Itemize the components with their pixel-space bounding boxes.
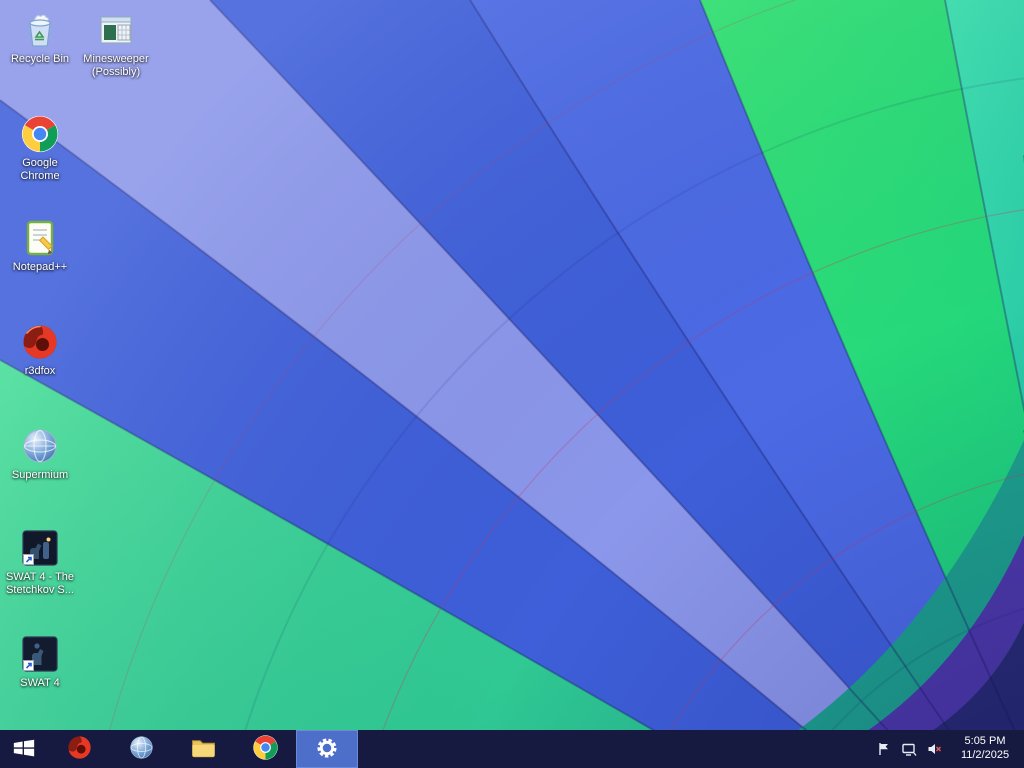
minesweeper-icon bbox=[96, 10, 136, 50]
start-button[interactable] bbox=[0, 730, 48, 768]
desktop-icon-label: Notepad++ bbox=[12, 261, 68, 273]
network-icon[interactable] bbox=[900, 740, 918, 758]
desktop-icon-google-chrome[interactable]: Google Chrome bbox=[4, 114, 76, 183]
r3dfox-icon bbox=[66, 734, 93, 764]
taskbar-button-chrome[interactable] bbox=[234, 730, 296, 768]
desktop-icon-swat4-stetchkov[interactable]: SWAT 4 - The Stetchkov S... bbox=[4, 528, 76, 597]
desktop-icon-label: Minesweeper (Possibly) bbox=[83, 53, 149, 78]
recycle-bin-icon bbox=[20, 10, 60, 50]
desktop-icon-supermium[interactable]: Supermium bbox=[4, 426, 76, 482]
taskbar-button-supermium[interactable] bbox=[110, 730, 172, 768]
desktop-icon-label: SWAT 4 - The Stetchkov S... bbox=[5, 571, 75, 596]
desktop-icon-label: Recycle Bin bbox=[10, 53, 70, 65]
desktop-icon-r3dfox[interactable]: r3dfox bbox=[4, 322, 76, 378]
supermium-globe-icon bbox=[128, 734, 155, 764]
supermium-globe-icon bbox=[20, 426, 60, 466]
windows-logo-icon bbox=[12, 736, 36, 763]
action-center-flag-icon[interactable] bbox=[875, 740, 893, 758]
desktop-icon-swat4[interactable]: SWAT 4 bbox=[4, 634, 76, 690]
desktop-icon-minesweeper[interactable]: Minesweeper (Possibly) bbox=[80, 10, 152, 79]
taskbar-button-settings[interactable] bbox=[296, 730, 358, 768]
folder-icon bbox=[190, 734, 217, 764]
taskbar: 5:05 PM 11/2/2025 bbox=[0, 730, 1024, 768]
desktop-icon-label: Google Chrome bbox=[20, 157, 60, 182]
desktop-icon-recycle-bin[interactable]: Recycle Bin bbox=[4, 10, 76, 66]
wallpaper bbox=[0, 0, 1024, 768]
desktop-icon-label: Supermium bbox=[11, 469, 69, 481]
r3dfox-icon bbox=[20, 322, 60, 362]
gear-icon bbox=[314, 735, 340, 764]
chrome-icon bbox=[252, 734, 279, 764]
notepad-plus-plus-icon bbox=[20, 218, 60, 258]
swat4-stetchkov-icon bbox=[20, 528, 60, 568]
taskbar-clock[interactable]: 5:05 PM 11/2/2025 bbox=[950, 735, 1014, 763]
taskbar-button-r3dfox[interactable] bbox=[48, 730, 110, 768]
volume-muted-icon[interactable] bbox=[925, 740, 943, 758]
taskbar-button-file-explorer[interactable] bbox=[172, 730, 234, 768]
swat4-icon bbox=[20, 634, 60, 674]
desktop-icon-notepad-plus-plus[interactable]: Notepad++ bbox=[4, 218, 76, 274]
desktop-icon-label: SWAT 4 bbox=[20, 677, 60, 689]
chrome-icon bbox=[20, 114, 60, 154]
desktop-icon-label: r3dfox bbox=[24, 365, 56, 377]
clock-date: 11/2/2025 bbox=[960, 749, 1010, 761]
desktop[interactable]: Recycle Bin Google Chrome Notepad++ r3df… bbox=[0, 0, 1024, 768]
clock-time: 5:05 PM bbox=[964, 735, 1006, 748]
system-tray: 5:05 PM 11/2/2025 bbox=[875, 730, 1024, 768]
